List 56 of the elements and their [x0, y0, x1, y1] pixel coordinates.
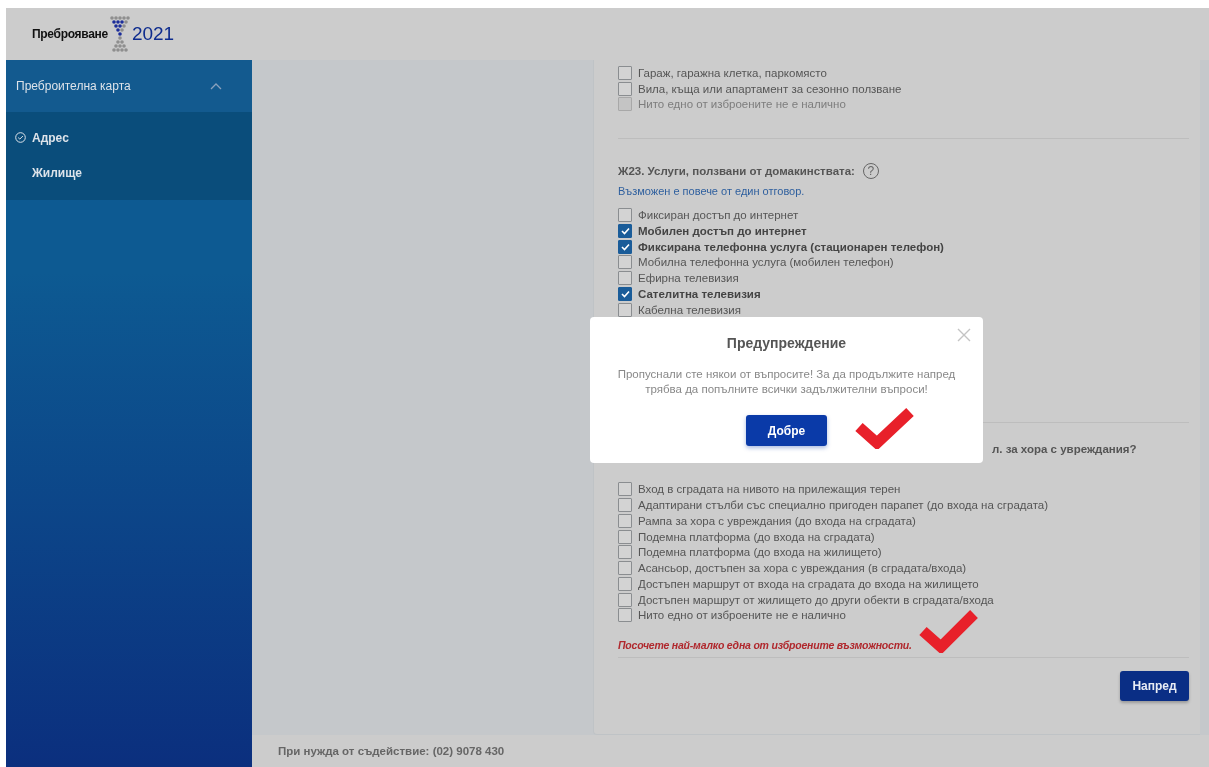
checkbox[interactable]	[618, 223, 632, 238]
option-label: Вила, къща или апартамент за сезонно ползване	[638, 82, 902, 95]
question-title: Ж23. Услуги, ползвани от домакинствата:	[618, 165, 855, 178]
checkbox[interactable]	[618, 286, 632, 301]
question-title: л. за хора с увреждания?	[991, 442, 1138, 455]
option-label: Рампа за хора с увреждания (до входа на сградата)	[638, 514, 916, 527]
option-label: Нито едно от изброените не е налично	[638, 609, 846, 622]
check-mark-icon	[919, 609, 979, 653]
checkbox[interactable]	[618, 592, 632, 607]
dialog-message: Пропуснали сте някои от въпросите! За да продължите напред трябва да попълните всички задължителни въпроси!	[616, 367, 957, 397]
checkbox[interactable]	[618, 302, 632, 317]
checkbox[interactable]	[618, 513, 632, 528]
option-label: Сателитна телевизия	[638, 287, 761, 300]
error-message: Посочете най-малко една от изброените възможности.	[618, 639, 913, 652]
logo-text: Преброяване	[32, 27, 108, 41]
logo-year: 2021	[131, 23, 175, 45]
option-label: Гараж, гаражна клетка, паркомясто	[638, 66, 827, 79]
next-button[interactable]: Напред	[1120, 671, 1189, 702]
option-label: Достъпен маршрут от входа на сградата до входа на жилището	[638, 577, 979, 590]
option-label: Мобилен достъп до интернет	[638, 224, 807, 237]
option-label: Подемна платформа (до входа на сградата)	[638, 530, 875, 543]
dialog-title: Предупреждение	[726, 335, 847, 351]
option-label: Фиксирана телефонна услуга (стационарен телефон)	[638, 240, 944, 253]
checkbox[interactable]	[618, 561, 632, 576]
checkbox[interactable]	[618, 208, 632, 223]
checkbox[interactable]	[618, 529, 632, 544]
close-icon[interactable]	[957, 328, 971, 342]
checkbox[interactable]	[618, 608, 632, 623]
checkbox[interactable]	[618, 271, 632, 286]
hint-text: Възможен е повече от един отговор.	[618, 185, 806, 198]
checkbox[interactable]	[618, 65, 632, 80]
checkbox[interactable]	[618, 498, 632, 513]
ok-button[interactable]: Добре	[746, 415, 827, 446]
footer-help-text: При нужда от съдействие: (02) 9078 430	[278, 745, 505, 757]
option-label: Кабелна телевизия	[638, 303, 741, 316]
checkbox[interactable]	[618, 576, 632, 591]
option-label: Фиксиран достъп до интернет	[638, 209, 799, 222]
dots-logo-icon	[109, 14, 130, 54]
sidebar-item[interactable]: Жилище	[32, 165, 83, 180]
option-label: Нито едно от изброените не е налично	[638, 98, 846, 111]
option-label: Подемна платформа (до входа на жилището)	[638, 546, 882, 559]
sidebar-section-header[interactable]: Преброителна карта	[6, 60, 252, 112]
option-label: Ефирна телевизия	[638, 272, 739, 285]
option-label: Асансьор, достъпен за хора с увреждания (в сградата/входа)	[638, 562, 967, 575]
option-label: Адаптирани стълби със специално пригоден парапет (до входа на сградата)	[638, 499, 1048, 512]
sidebar-item[interactable]: Адрес	[32, 130, 69, 145]
checkbox[interactable]	[618, 239, 632, 254]
checkbox[interactable]	[618, 255, 632, 270]
checkbox[interactable]	[618, 482, 632, 497]
check-mark-icon	[855, 407, 915, 449]
option-label: Мобилна телефонна услуга (мобилен телефон)	[638, 256, 894, 269]
checkbox[interactable]	[618, 545, 632, 560]
option-label: Вход в сградата на нивото на прилежащия терен	[638, 483, 901, 496]
checkbox[interactable]	[618, 81, 632, 96]
chevron-icon	[210, 82, 222, 90]
option-label: Достъпен маршрут от жилището до други обекти в сградата/входа	[638, 593, 994, 606]
